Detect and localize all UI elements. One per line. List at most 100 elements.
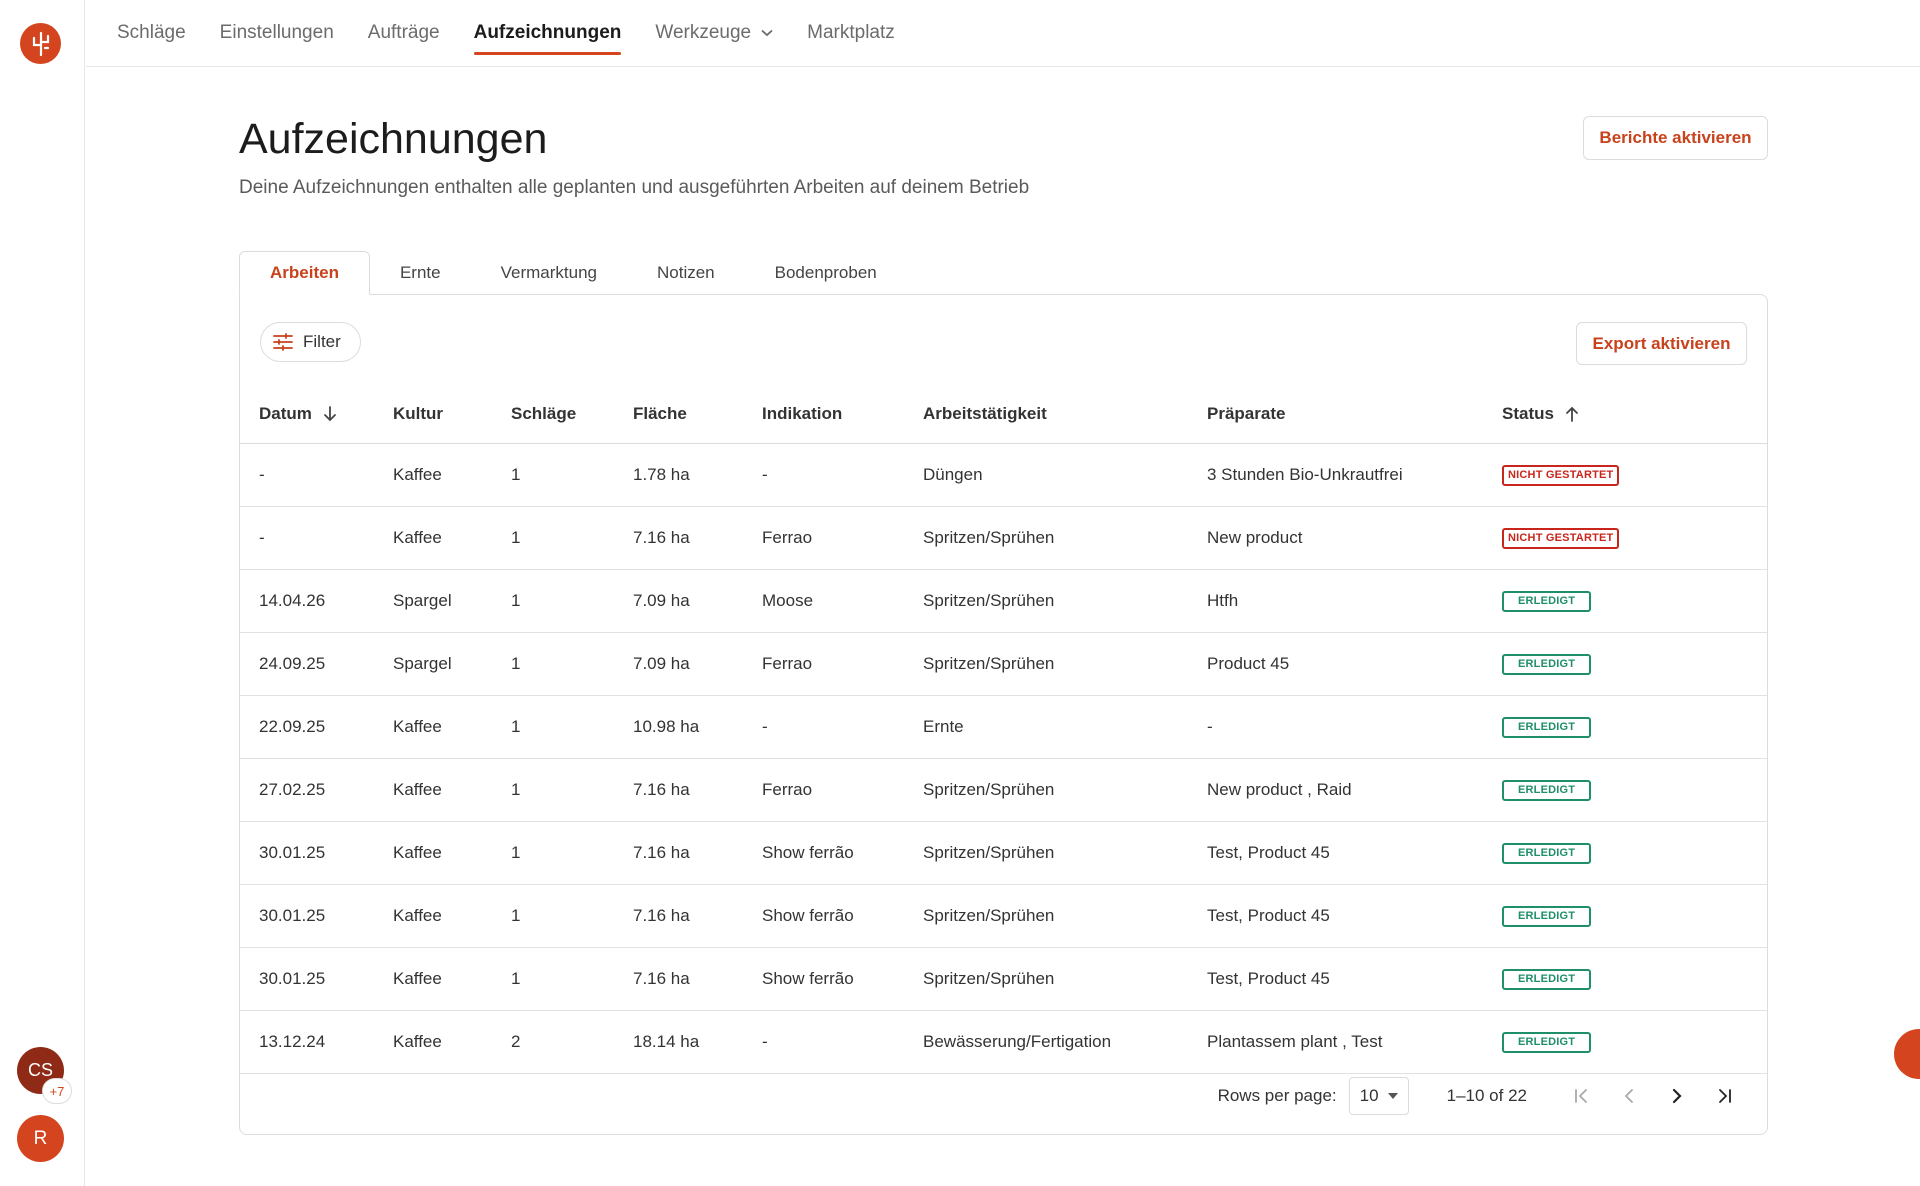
cell-praeparate: Test, Product 45 — [1207, 821, 1502, 885]
pagination-bar: Rows per page: 10 1–10 of 22 — [240, 1057, 1767, 1135]
table-row[interactable]: - Kaffee 1 1.78 ha - Düngen 3 Stunden Bio-Unkr… — [240, 443, 1767, 507]
status-badge: ERLEDIGT — [1502, 906, 1592, 927]
chat-launcher-button[interactable] — [1894, 1029, 1920, 1079]
cell-datum: 30.01.25 — [240, 947, 393, 1011]
table-row[interactable]: 14.04.26 Spargel 1 7.09 ha Moose Spritzen/Spr… — [240, 569, 1767, 633]
records-card: Filter Export aktivieren Datum Kultur Sc… — [239, 294, 1768, 1135]
column-header-datum[interactable]: Datum — [240, 385, 393, 444]
last-page-button[interactable] — [1701, 1076, 1749, 1116]
column-header-indikation[interactable]: Indikation — [762, 385, 923, 444]
status-badge: ERLEDIGT — [1502, 780, 1592, 801]
secondary-avatar[interactable]: R — [17, 1115, 64, 1162]
column-header-flaeche[interactable]: Fläche — [633, 385, 762, 444]
cell-praeparate: - — [1207, 695, 1502, 759]
tab-bodenproben[interactable]: Bodenproben — [745, 251, 907, 295]
table-row[interactable]: 30.01.25 Kaffee 1 7.16 ha Show ferrão Spritze… — [240, 947, 1767, 1011]
previous-page-button[interactable] — [1605, 1076, 1653, 1116]
pagination-range: 1–10 of 22 — [1446, 1086, 1527, 1105]
cell-arbeit: Spritzen/Sprühen — [923, 821, 1207, 885]
cell-kultur: Kaffee — [393, 506, 511, 570]
cell-indikation: - — [762, 443, 923, 507]
activate-reports-button[interactable]: Berichte aktivieren — [1583, 116, 1768, 160]
column-header-status[interactable]: Status — [1502, 385, 1767, 444]
filter-button[interactable]: Filter — [260, 322, 361, 362]
cell-datum: 24.09.25 — [240, 632, 393, 696]
cell-flaeche: 7.16 ha — [633, 947, 762, 1011]
chevron-right-icon — [1672, 1088, 1682, 1104]
cell-kultur: Kaffee — [393, 821, 511, 885]
cell-indikation: Ferrao — [762, 758, 923, 822]
column-header-praeparate[interactable]: Präparate — [1207, 385, 1502, 444]
cell-arbeit: Spritzen/Sprühen — [923, 758, 1207, 822]
cell-status: ERLEDIGT — [1502, 947, 1767, 1011]
cell-flaeche: 10.98 ha — [633, 695, 762, 759]
nav-item-auftraege[interactable]: Aufträge — [368, 0, 440, 66]
first-page-button[interactable] — [1557, 1076, 1605, 1116]
more-users-badge[interactable]: +7 — [42, 1078, 72, 1104]
cell-kultur: Kaffee — [393, 758, 511, 822]
cell-datum: 22.09.25 — [240, 695, 393, 759]
page-title: Aufzeichnungen — [239, 115, 548, 163]
cell-flaeche: 7.16 ha — [633, 758, 762, 822]
cell-status: ERLEDIGT — [1502, 884, 1767, 948]
page-subtitle: Deine Aufzeichnungen enthalten alle gepl… — [239, 177, 1030, 198]
cell-datum: 30.01.25 — [240, 884, 393, 948]
table-row[interactable]: - Kaffee 1 7.16 ha Ferrao Spritzen/Sprühen New… — [240, 506, 1767, 570]
cell-status: ERLEDIGT — [1502, 758, 1767, 822]
nav-item-einstellungen[interactable]: Einstellungen — [220, 0, 334, 66]
cell-schlaege: 1 — [511, 569, 633, 633]
records-table: Datum Kultur Schläge Fläche Indikation A… — [240, 385, 1767, 1074]
rows-per-page-select[interactable]: 10 — [1348, 1077, 1409, 1115]
cell-arbeit: Spritzen/Sprühen — [923, 947, 1207, 1011]
nav-item-marktplatz[interactable]: Marktplatz — [807, 0, 895, 66]
records-tabs: Arbeiten Ernte Vermarktung Notizen Boden… — [239, 251, 907, 295]
cell-flaeche: 1.78 ha — [633, 443, 762, 507]
status-badge: ERLEDIGT — [1502, 1032, 1592, 1053]
cell-kultur: Spargel — [393, 569, 511, 633]
activate-export-button[interactable]: Export aktivieren — [1576, 322, 1747, 365]
cell-schlaege: 1 — [511, 632, 633, 696]
nav-item-aufzeichnungen[interactable]: Aufzeichnungen — [473, 0, 621, 66]
tab-arbeiten[interactable]: Arbeiten — [239, 251, 370, 295]
cell-status: NICHT GESTARTET — [1502, 506, 1767, 570]
cell-indikation: Show ferrão — [762, 884, 923, 948]
cell-schlaege: 1 — [511, 695, 633, 759]
cell-datum: - — [240, 506, 393, 570]
sort-descending-icon[interactable] — [323, 406, 337, 422]
app-logo-icon[interactable] — [20, 23, 61, 64]
status-badge: NICHT GESTARTET — [1502, 528, 1620, 549]
cell-arbeit: Spritzen/Sprühen — [923, 632, 1207, 696]
filter-label: Filter — [303, 332, 341, 351]
table-row[interactable]: 30.01.25 Kaffee 1 7.16 ha Show ferrão Spritze… — [240, 884, 1767, 948]
cell-flaeche: 7.09 ha — [633, 632, 762, 696]
next-page-button[interactable] — [1653, 1076, 1701, 1116]
cell-praeparate: Test, Product 45 — [1207, 947, 1502, 1011]
cell-status: NICHT GESTARTET — [1502, 443, 1767, 507]
tab-ernte[interactable]: Ernte — [370, 251, 471, 295]
cell-schlaege: 1 — [511, 947, 633, 1011]
column-header-schlaege[interactable]: Schläge — [511, 385, 633, 444]
cell-praeparate: Htfh — [1207, 569, 1502, 633]
cell-schlaege: 1 — [511, 506, 633, 570]
cell-flaeche: 7.09 ha — [633, 569, 762, 633]
nav-item-schlaege[interactable]: Schläge — [117, 0, 186, 66]
chevron-down-icon — [761, 29, 773, 37]
cell-praeparate: 3 Stunden Bio-Unkrautfrei — [1207, 443, 1502, 507]
sort-ascending-icon[interactable] — [1565, 406, 1579, 423]
first-page-icon — [1575, 1089, 1587, 1103]
table-row[interactable]: 22.09.25 Kaffee 1 10.98 ha - Ernte - ERLEDIGT — [240, 695, 1767, 759]
table-row[interactable]: 27.02.25 Kaffee 1 7.16 ha Ferrao Spritzen/Spr… — [240, 758, 1767, 822]
column-header-label: Datum — [259, 403, 312, 423]
filter-sliders-icon — [273, 333, 293, 351]
table-row[interactable]: 24.09.25 Spargel 1 7.09 ha Ferrao Spritzen/Sp… — [240, 632, 1767, 696]
table-row[interactable]: 30.01.25 Kaffee 1 7.16 ha Show ferrão Spritze… — [240, 821, 1767, 885]
nav-item-werkzeuge[interactable]: Werkzeuge — [655, 0, 773, 66]
column-header-arbeitstaetigkeit[interactable]: Arbeitstätigkeit — [923, 385, 1207, 444]
tab-vermarktung[interactable]: Vermarktung — [471, 251, 627, 295]
cell-schlaege: 1 — [511, 884, 633, 948]
cell-kultur: Kaffee — [393, 947, 511, 1011]
tab-notizen[interactable]: Notizen — [627, 251, 745, 295]
top-navigation: Schläge Einstellungen Aufträge Aufzeichn… — [86, 0, 1920, 67]
column-header-kultur[interactable]: Kultur — [393, 385, 511, 444]
cell-praeparate: Product 45 — [1207, 632, 1502, 696]
